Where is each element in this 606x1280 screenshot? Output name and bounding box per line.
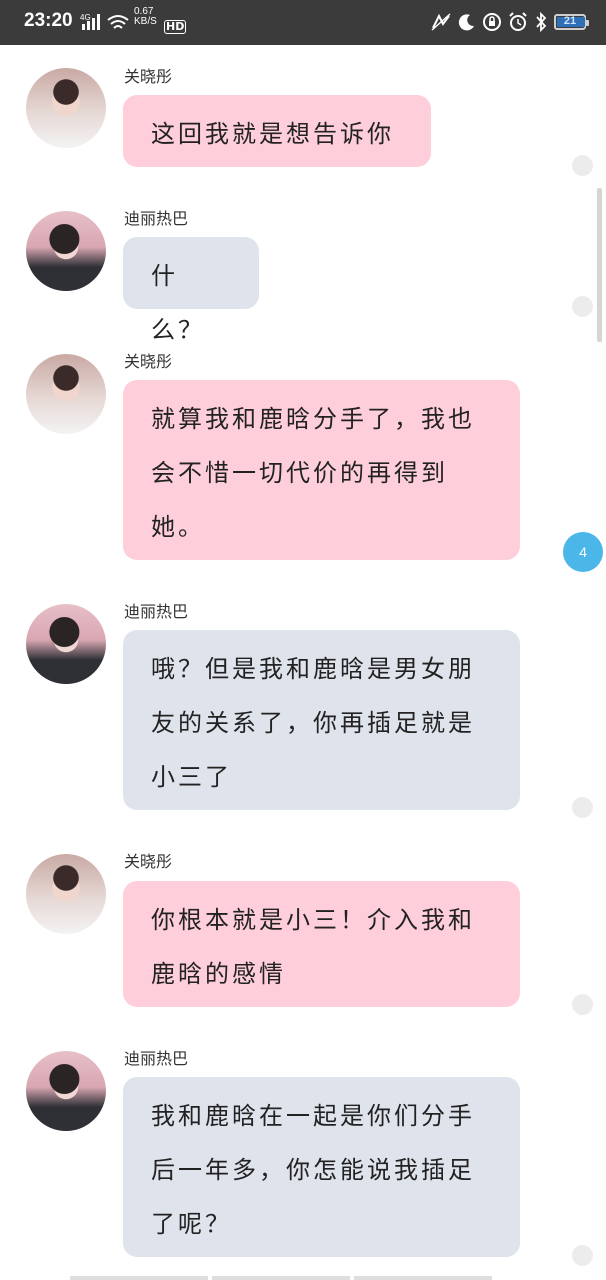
sender-name: 迪丽热巴 [124, 602, 189, 621]
message-bubble: 哦？但是我和鹿晗是男女朋友的关系了，你再插足就是小三了 [123, 630, 520, 810]
sender-name: 关晓彤 [124, 852, 173, 871]
alarm-icon [509, 12, 527, 31]
nfc-icon [431, 13, 451, 31]
avatar[interactable] [26, 1051, 106, 1131]
sender-name: 关晓彤 [124, 67, 173, 86]
network-type-label: 4G [80, 13, 91, 22]
toolbar-segment [212, 1276, 350, 1280]
do-not-disturb-moon-icon [458, 14, 474, 31]
message-bubble: 我和鹿晗在一起是你们分手后一年多，你怎能说我插足了呢？ [123, 1077, 520, 1257]
bluetooth-icon [536, 12, 547, 32]
network-speed: 0.67 KB/S [134, 7, 157, 27]
sender-name: 关晓彤 [124, 352, 173, 371]
hd-voice-icon: HD [164, 20, 187, 34]
message-bubble: 你根本就是小三！介入我和鹿晗的感情 [123, 881, 520, 1007]
message-bubble: 这回我就是想告诉你 [123, 95, 431, 167]
clock: 23:20 [24, 10, 73, 31]
network-speed-unit: KB/S [134, 16, 157, 27]
message-bubble: 什么？ [123, 237, 259, 344]
lock-rotation-icon [483, 13, 501, 31]
battery-icon: 21 [554, 14, 589, 30]
status-bar: 23:20 4G 0.67 KB/S HD 21 [0, 0, 606, 45]
avatar[interactable] [26, 354, 106, 434]
unread-count-badge[interactable]: 4 [563, 532, 603, 572]
chat-list: 关晓彤 这回我就是想告诉你 迪丽热巴 什么？ 关晓彤 就算我和鹿晗分手了，我也会… [0, 45, 606, 1280]
avatar[interactable] [26, 604, 106, 684]
avatar[interactable] [26, 854, 106, 934]
avatar[interactable] [26, 211, 106, 291]
select-dot[interactable] [572, 296, 593, 317]
status-icons: 21 [430, 11, 589, 33]
select-dot[interactable] [572, 797, 593, 818]
sender-name: 迪丽热巴 [124, 209, 189, 228]
message-bubble: 就算我和鹿晗分手了，我也会不惜一切代价的再得到她。 [123, 380, 520, 560]
select-dot[interactable] [572, 994, 593, 1015]
battery-level: 21 [563, 15, 577, 27]
toolbar-segment [70, 1276, 208, 1280]
toolbar-segment [354, 1276, 492, 1280]
bottom-toolbar-edge [70, 1276, 492, 1280]
select-dot[interactable] [572, 155, 593, 176]
cellular-signal-icon: 4G [80, 13, 129, 30]
select-dot[interactable] [572, 1245, 593, 1266]
sender-name: 迪丽热巴 [124, 1049, 189, 1068]
avatar[interactable] [26, 68, 106, 148]
